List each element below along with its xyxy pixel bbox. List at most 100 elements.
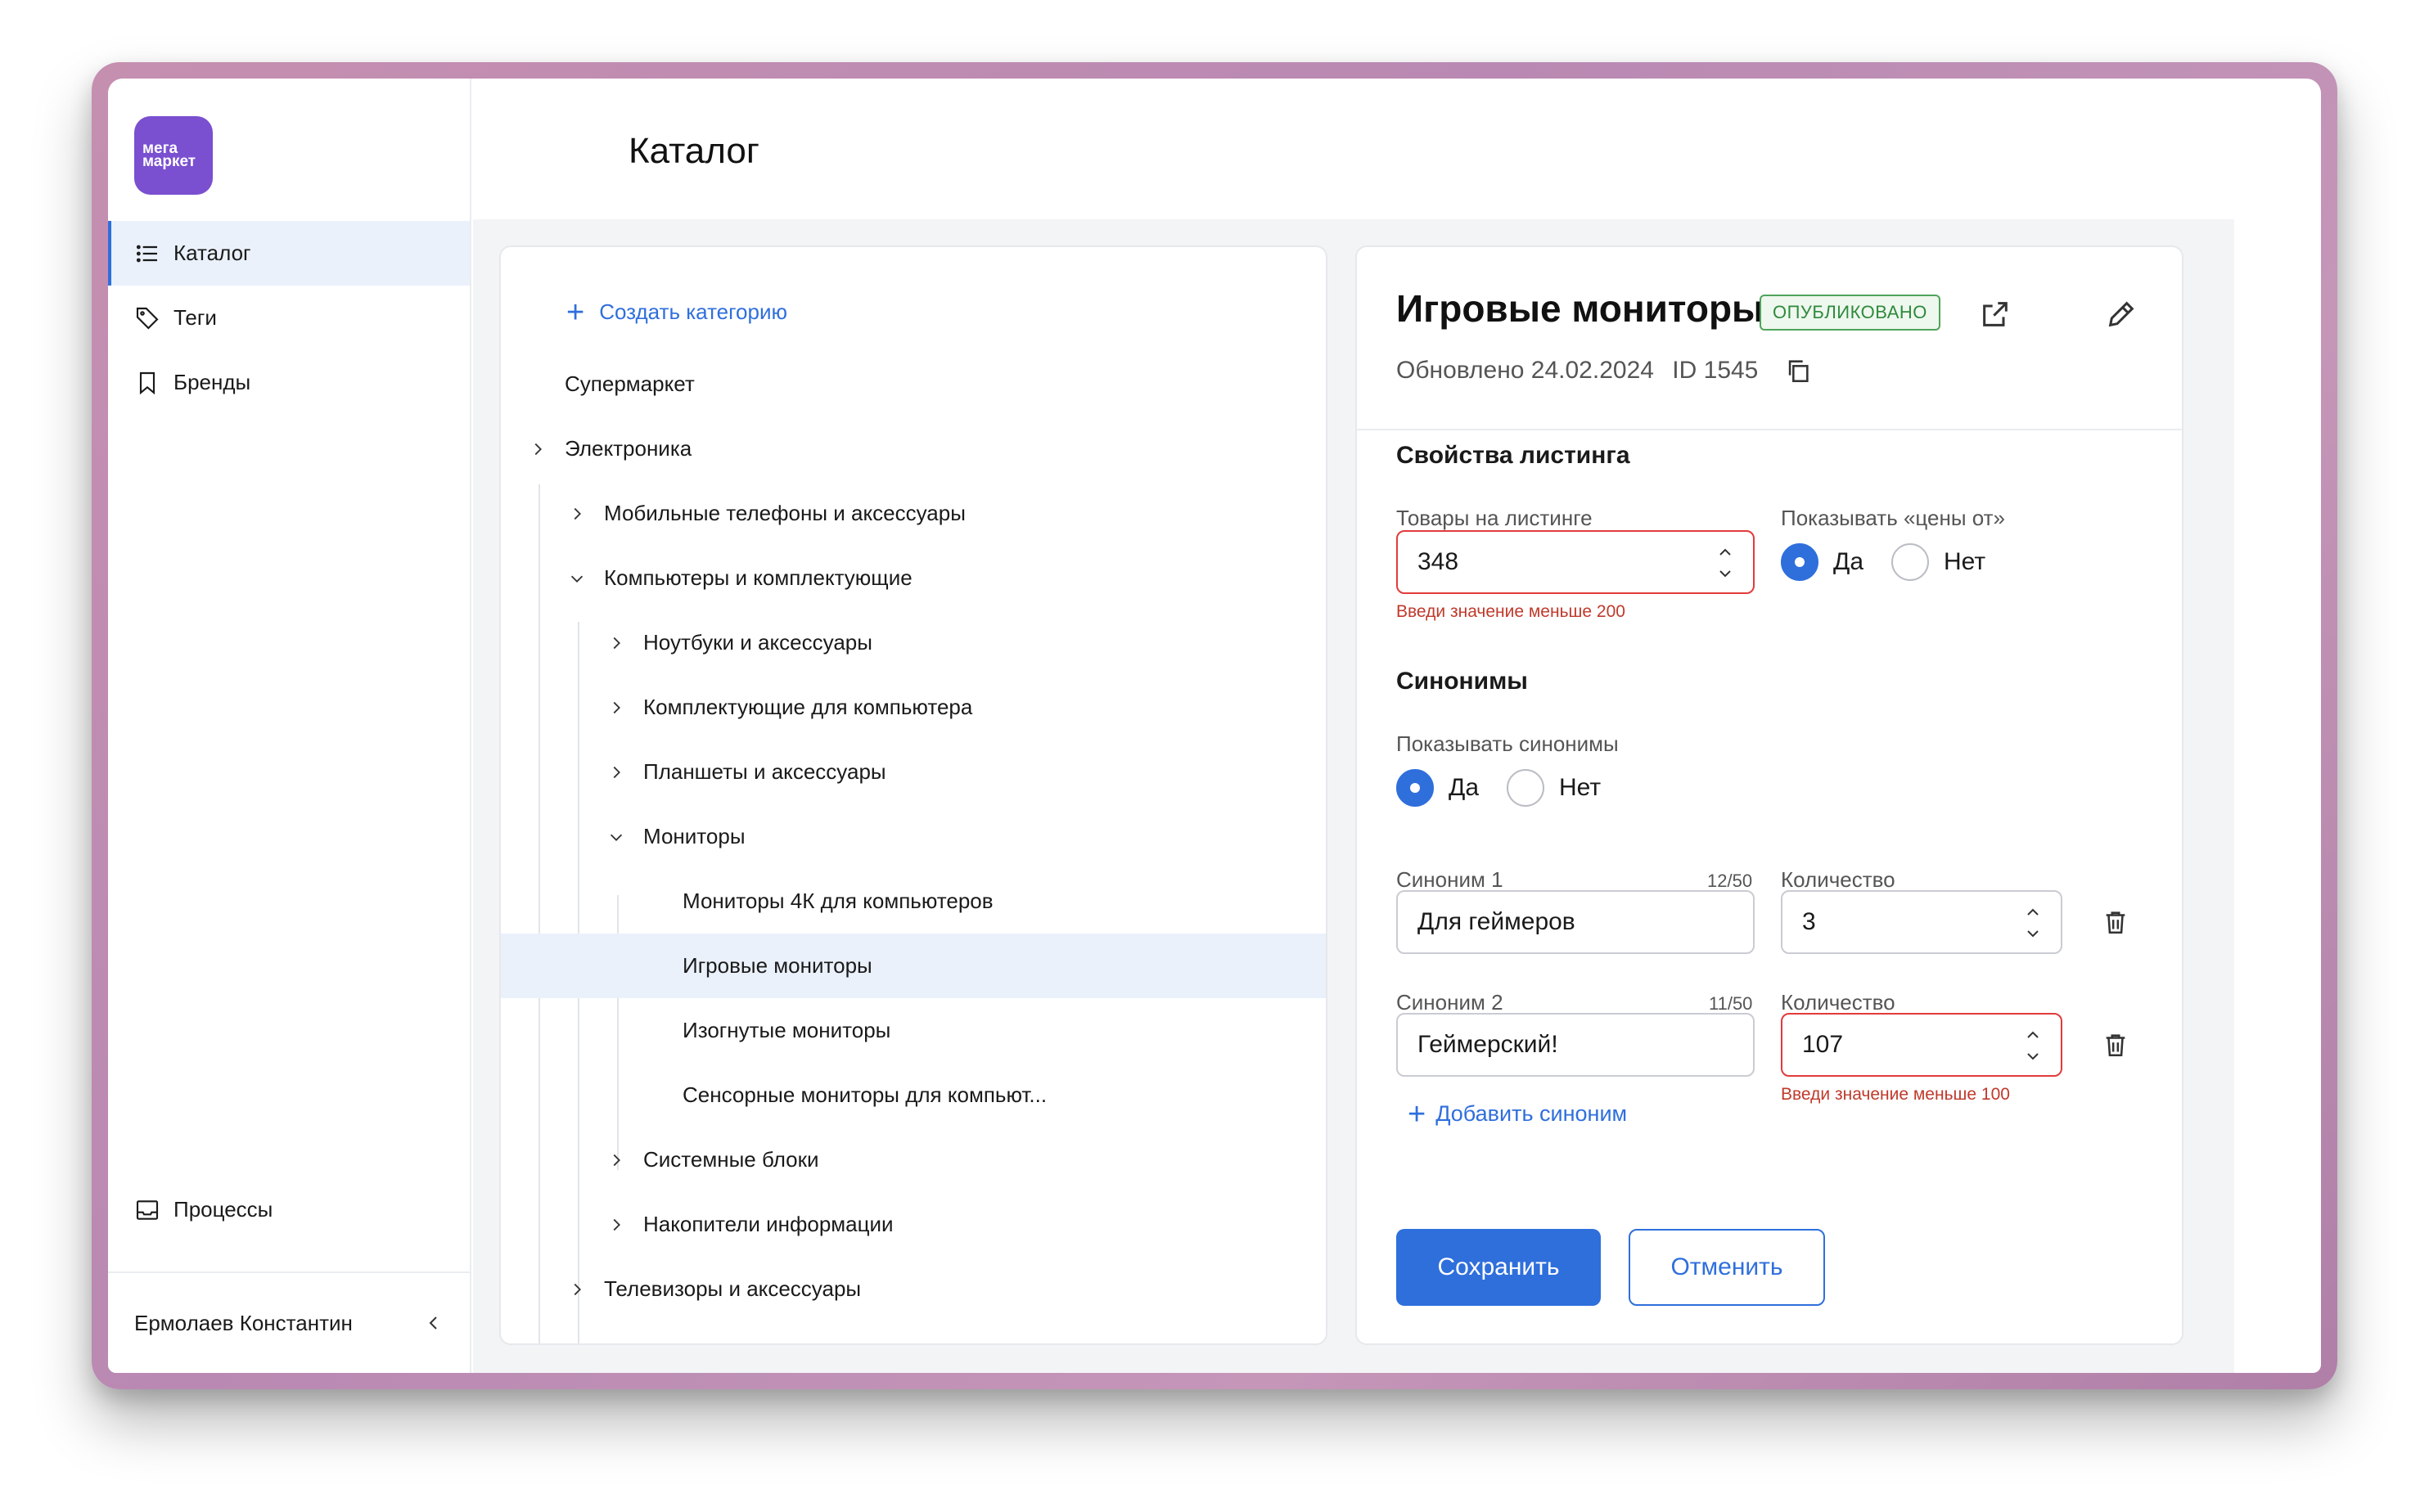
- tree-item-label: Накопители информации: [643, 1212, 894, 1236]
- synonyms-section-title: Синонимы: [1396, 668, 1528, 695]
- stepper-icon[interactable]: [1715, 542, 1735, 584]
- open-external-icon[interactable]: [1979, 298, 2012, 331]
- add-synonym-button[interactable]: + Добавить синоним: [1408, 1096, 1628, 1132]
- tree-item[interactable]: Изогнутые мониторы: [501, 998, 1326, 1063]
- items-on-listing-value: 348: [1417, 548, 1459, 575]
- synonym-value: Для геймеров: [1417, 908, 1575, 935]
- synonym-input[interactable]: Для геймеров: [1396, 890, 1755, 954]
- copy-icon[interactable]: [1784, 357, 1812, 385]
- price-from-yes-radio[interactable]: [1781, 543, 1818, 581]
- cancel-button[interactable]: Отменить: [1629, 1229, 1825, 1306]
- megamarket-logo[interactable]: мега маркет: [134, 116, 213, 195]
- tree-item[interactable]: Телевизоры и аксессуары: [501, 1257, 1326, 1321]
- quantity-input[interactable]: 3: [1781, 890, 2062, 954]
- sidebar-item-brands[interactable]: Бренды: [108, 350, 470, 415]
- tree-item-label: Игровые мониторы: [683, 953, 872, 978]
- tree-item[interactable]: Накопители информации: [501, 1192, 1326, 1257]
- synonym-input[interactable]: Геймерский!: [1396, 1013, 1755, 1077]
- category-title: Игровые мониторы: [1396, 287, 1764, 330]
- radio-label: Да: [1833, 548, 1864, 575]
- tag-icon: [136, 307, 159, 330]
- tree-item-label: Телевизоры и аксессуары: [604, 1276, 862, 1301]
- create-category-button[interactable]: + Создать категорию: [566, 295, 788, 330]
- show-price-from-label: Показывать «цены от»: [1781, 506, 2006, 530]
- chevron-right-icon[interactable]: [607, 699, 625, 717]
- user-panel: Ермолаев Константин: [108, 1271, 470, 1373]
- tree-item[interactable]: Супермаркет: [501, 352, 1326, 416]
- plus-icon: +: [1408, 1096, 1426, 1132]
- edit-pencil-icon[interactable]: [2105, 298, 2138, 331]
- tree-item[interactable]: Планшеты и аксессуары: [501, 740, 1326, 804]
- tree-item[interactable]: Электроника: [501, 416, 1326, 481]
- sidebar-processes: Процессы: [108, 1177, 470, 1242]
- tree-item[interactable]: Компьютеры и комплектующие: [501, 546, 1326, 610]
- radio-label: Нет: [1944, 548, 1986, 575]
- list-icon: [136, 245, 157, 262]
- sidebar-item-processes[interactable]: Процессы: [108, 1177, 470, 1242]
- sidebar-item-catalog[interactable]: Каталог: [108, 221, 470, 286]
- tree-item[interactable]: Ноутбуки и аксессуары: [501, 610, 1326, 675]
- chevron-right-icon[interactable]: [568, 1280, 586, 1298]
- category-detail-panel: Игровые мониторы ОПУБЛИКОВАНО Обновлено …: [1355, 245, 2183, 1345]
- tree-item[interactable]: Мониторы: [501, 804, 1326, 869]
- save-button[interactable]: Сохранить: [1396, 1229, 1601, 1306]
- stepper-icon[interactable]: [2023, 902, 2043, 944]
- quantity-label: Количество: [1781, 867, 1895, 892]
- chevron-right-icon[interactable]: [568, 505, 586, 523]
- header-divider: [1357, 429, 2182, 430]
- chevron-right-icon[interactable]: [607, 763, 625, 781]
- synonym-label: Синоним 1: [1396, 867, 1503, 892]
- plus-icon: +: [566, 295, 585, 330]
- sidebar-item-label: Процессы: [174, 1197, 273, 1222]
- quantity-error: Введи значение меньше 100: [1781, 1085, 2010, 1104]
- add-synonym-label: Добавить синоним: [1435, 1101, 1628, 1126]
- tree-item[interactable]: Мобильные телефоны и аксессуары: [501, 481, 1326, 546]
- sidebar-nav: Каталог Теги Бренды: [108, 221, 470, 415]
- create-category-label: Создать категорию: [599, 299, 788, 324]
- quantity-label: Количество: [1781, 990, 1895, 1015]
- user-name: Ермолаев Константин: [134, 1310, 353, 1335]
- tree-item[interactable]: Системные блоки: [501, 1127, 1326, 1192]
- sidebar-item-label: Каталог: [174, 241, 251, 265]
- category-tree-panel: + Создать категорию Супермаркет Электрон…: [499, 245, 1327, 1345]
- sidebar-item-label: Бренды: [174, 370, 251, 394]
- synonyms-no-radio[interactable]: [1507, 769, 1545, 807]
- tree-item[interactable]: Комплектующие для компьютера: [501, 675, 1326, 740]
- tree-item-label: Сенсорные мониторы для компьют...: [683, 1082, 1048, 1107]
- tree-item-label: Электроника: [565, 436, 692, 461]
- chevron-right-icon[interactable]: [607, 1216, 625, 1234]
- device-frame: мега маркет Каталог Теги Бренды Процессы…: [92, 62, 2337, 1389]
- sidebar-item-tags[interactable]: Теги: [108, 286, 470, 350]
- sidebar-item-label: Теги: [174, 305, 217, 330]
- main-content: + Создать категорию Супермаркет Электрон…: [473, 219, 2234, 1373]
- tree-item-selected[interactable]: Игровые мониторы: [501, 934, 1326, 998]
- tree-item-label: Изогнутые мониторы: [683, 1018, 891, 1042]
- show-price-from-radio-group: Да Нет: [1781, 543, 2013, 581]
- stepper-icon[interactable]: [2023, 1024, 2043, 1067]
- tree-item-label: Комплектующие для компьютера: [643, 695, 973, 719]
- delete-trash-icon[interactable]: [2102, 1031, 2129, 1059]
- price-from-no-radio[interactable]: [1891, 543, 1930, 581]
- chevron-right-icon[interactable]: [607, 634, 625, 652]
- synonym-char-counter: 12/50: [1707, 871, 1753, 891]
- items-on-listing-error: Введи значение меньше 200: [1396, 602, 1625, 621]
- chevron-right-icon[interactable]: [529, 440, 547, 458]
- chevron-down-icon[interactable]: [607, 828, 625, 846]
- status-badge: ОПУБЛИКОВАНО: [1760, 295, 1940, 331]
- delete-trash-icon[interactable]: [2102, 908, 2129, 936]
- synonyms-yes-radio[interactable]: [1396, 769, 1434, 807]
- show-synonyms-radio-group: Да Нет: [1396, 769, 1629, 807]
- tree-item-label: Планшеты и аксессуары: [643, 759, 886, 784]
- app-window: мега маркет Каталог Теги Бренды Процессы…: [108, 79, 2321, 1373]
- tree-item-label: Мониторы: [643, 824, 746, 848]
- items-on-listing-input[interactable]: 348: [1396, 530, 1755, 594]
- tree-item-label: Ноутбуки и аксессуары: [643, 630, 872, 655]
- tree-item[interactable]: Сенсорные мониторы для компьют...: [501, 1063, 1326, 1127]
- collapse-sidebar-icon[interactable]: [424, 1313, 444, 1333]
- quantity-input[interactable]: 107: [1781, 1013, 2062, 1077]
- chevron-down-icon[interactable]: [568, 569, 586, 587]
- chevron-right-icon[interactable]: [607, 1151, 625, 1169]
- synonym-label: Синоним 2: [1396, 990, 1503, 1015]
- tree-item[interactable]: Мониторы 4К для компьютеров: [501, 869, 1326, 934]
- tree-item-label: Мониторы 4К для компьютеров: [683, 889, 994, 913]
